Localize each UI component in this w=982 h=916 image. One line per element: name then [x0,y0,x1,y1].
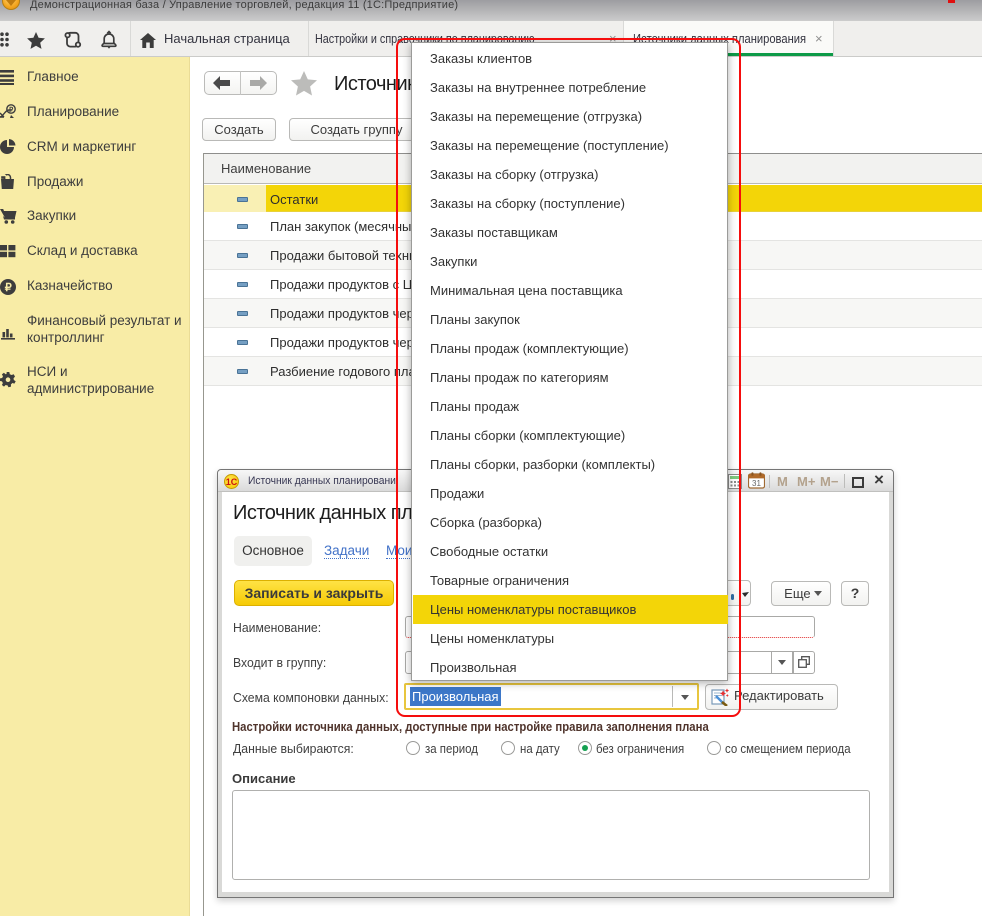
svg-text:31: 31 [752,479,761,488]
svg-text:₽: ₽ [5,282,12,294]
svg-text:₽: ₽ [9,106,14,114]
